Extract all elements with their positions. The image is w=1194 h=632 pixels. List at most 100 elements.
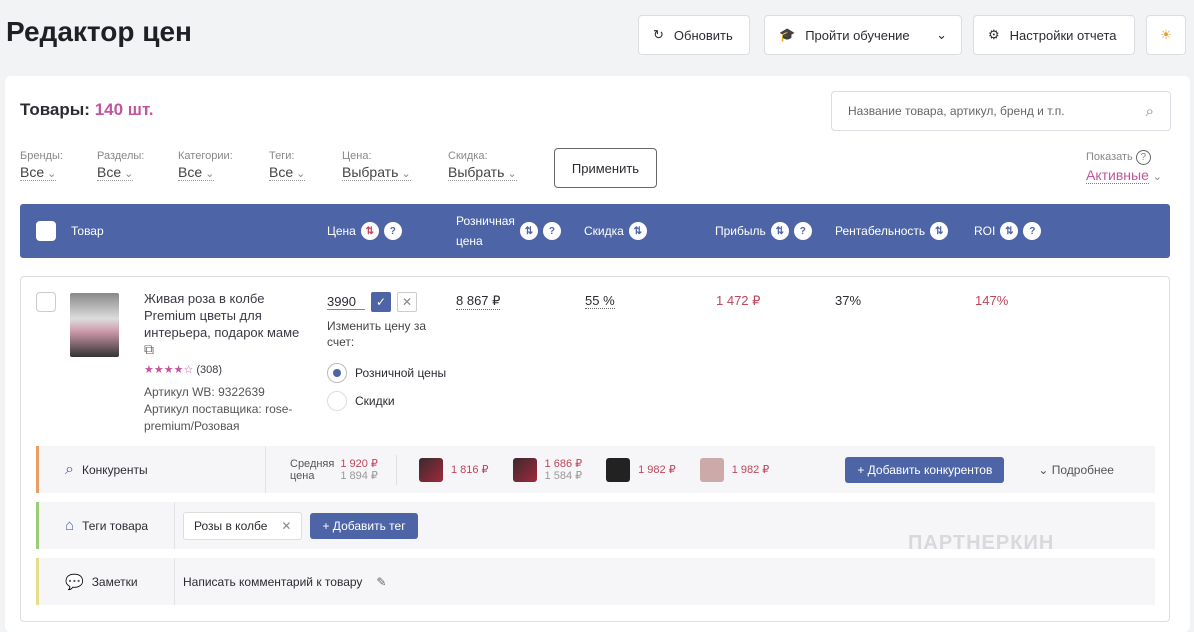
filter-value[interactable]: Все xyxy=(178,164,215,181)
more-button[interactable]: ⌄ Подробнее xyxy=(1038,463,1114,477)
reviews-count: (308) xyxy=(196,364,223,376)
tag-label: Розы в колбе xyxy=(194,518,268,533)
refresh-button[interactable]: ↻ Обновить xyxy=(638,15,750,55)
training-label: Пройти обучение xyxy=(805,27,910,43)
col-profit: Прибыль xyxy=(715,224,766,238)
competitor-item[interactable]: 1 686 ₽1 584 ₽ xyxy=(512,457,583,482)
col-discount: Скидка xyxy=(584,224,624,238)
competitor-old-price: 1 584 ₽ xyxy=(544,469,583,482)
training-button[interactable]: 🎓 Пройти обучение ⌄ xyxy=(764,15,962,55)
chat-icon: 💬 xyxy=(65,573,84,591)
radio-retail[interactable]: Розничной цены xyxy=(327,363,446,383)
show-value[interactable]: Активные xyxy=(1086,167,1149,184)
show-filter[interactable]: Показать ? Активные ⌄ xyxy=(1086,150,1162,184)
help-icon[interactable]: ? xyxy=(793,222,812,240)
avg-price: 1 920 ₽ xyxy=(340,457,378,470)
filter-value[interactable]: Все xyxy=(269,164,306,181)
price-input[interactable]: 3990 xyxy=(327,294,365,310)
select-all-checkbox[interactable] xyxy=(36,221,56,241)
avg-old-price: 1 894 ₽ xyxy=(340,469,378,482)
external-link-icon[interactable]: ⧉ xyxy=(144,341,304,358)
wb-article: Артикул WB: 9322639 xyxy=(144,385,265,399)
confirm-icon[interactable]: ✓ xyxy=(371,292,391,312)
add-competitors-button[interactable]: + Добавить конкурентов xyxy=(845,456,1005,483)
sort-icon[interactable]: ⇅ xyxy=(930,222,949,240)
refresh-label: Обновить xyxy=(673,27,733,43)
col-profitability: Рентабельность xyxy=(835,224,926,238)
competitor-image xyxy=(699,457,724,482)
radio-label: Розничной цены xyxy=(355,366,447,380)
filter-value[interactable]: Все xyxy=(20,164,57,181)
avg-label-2: цена xyxy=(290,469,315,482)
filter-discount[interactable]: Скидка: Выбрать xyxy=(448,150,517,181)
search-icon: ⌕ xyxy=(1145,102,1154,120)
filter-tags[interactable]: Теги: Все xyxy=(269,150,306,181)
product-name[interactable]: Живая роза в колбе Premium цветы для инт… xyxy=(144,290,304,341)
competitor-item[interactable]: 1 982 ₽ xyxy=(699,457,769,482)
tags-title: Теги товара xyxy=(82,518,149,533)
col-roi: ROI xyxy=(974,224,996,238)
tag-icon: ⌂ xyxy=(65,517,75,534)
more-label: Подробнее xyxy=(1051,462,1114,477)
sort-icon[interactable]: ⇅ xyxy=(1000,222,1019,240)
cancel-icon[interactable]: ✕ xyxy=(397,292,417,312)
col-product: Товар xyxy=(71,224,104,238)
filter-label: Категории: xyxy=(178,150,233,162)
filter-sections[interactable]: Разделы: Все xyxy=(97,150,144,181)
notes-input[interactable]: Написать комментарий к товару xyxy=(183,575,362,589)
filter-value[interactable]: Выбрать xyxy=(448,164,517,181)
table-header: Товар Цена ⇅? Розничная цена ⇅? Скидка ⇅ При… xyxy=(20,204,1170,258)
gear-icon: ⚙ xyxy=(988,27,1000,42)
competitor-image xyxy=(418,457,443,482)
apply-button[interactable]: Применить xyxy=(554,148,657,188)
help-icon[interactable]: ? xyxy=(383,222,402,240)
filter-price[interactable]: Цена: Выбрать xyxy=(342,150,411,181)
competitors-label: ⌕ Конкуренты xyxy=(39,446,266,493)
tags-label: ⌂ Теги товара xyxy=(39,502,175,549)
theme-toggle-button[interactable]: ☀ xyxy=(1146,15,1186,55)
filter-value[interactable]: Все xyxy=(97,164,134,181)
help-icon[interactable]: ? xyxy=(542,222,561,240)
remove-tag-icon[interactable]: ✕ xyxy=(281,519,291,533)
add-tag-button[interactable]: + Добавить тег xyxy=(310,512,418,539)
competitor-image xyxy=(512,457,537,482)
help-icon[interactable]: ? xyxy=(1023,222,1042,240)
sun-icon: ☀ xyxy=(1160,27,1172,42)
sort-icon[interactable]: ⇅ xyxy=(360,222,379,240)
chevron-down-icon: ⌄ xyxy=(936,27,947,42)
filter-label: Бренды: xyxy=(20,150,63,162)
report-settings-button[interactable]: ⚙ Настройки отчета xyxy=(973,15,1135,55)
show-label: Показать xyxy=(1086,151,1133,163)
retail-price[interactable]: 8 867 ₽ xyxy=(456,293,501,310)
competitor-item[interactable]: 1 816 ₽ xyxy=(418,457,489,482)
filter-brands[interactable]: Бренды: Все xyxy=(20,150,63,181)
competitor-item[interactable]: 1 982 ₽ xyxy=(606,457,676,482)
rating-stars: ★★★★☆ xyxy=(144,364,194,376)
discount-value[interactable]: 55 % xyxy=(585,293,615,309)
search-placeholder: Название товара, артикул, бренд и т.п. xyxy=(848,104,1065,118)
filter-label: Скидка: xyxy=(448,150,488,162)
sort-icon[interactable]: ⇅ xyxy=(519,222,538,240)
radio-discount[interactable]: Скидки xyxy=(327,391,395,411)
tag-chip: Розы в колбе ✕ xyxy=(183,511,303,540)
product-image[interactable] xyxy=(70,293,119,357)
row-checkbox[interactable] xyxy=(36,292,56,312)
search-input[interactable]: Название товара, артикул, бренд и т.п. ⌕ xyxy=(831,91,1171,131)
filter-value[interactable]: Выбрать xyxy=(342,164,411,181)
count-value: 140 шт. xyxy=(94,100,154,119)
competitors-section: ⌕ Конкуренты Средняя цена 1 920 ₽1 894 ₽ 1 … xyxy=(36,446,1155,493)
radio-empty-icon xyxy=(327,391,347,411)
radio-selected-icon xyxy=(327,363,347,383)
settings-label: Настройки отчета xyxy=(1009,27,1117,43)
edit-icon[interactable]: ✎ xyxy=(376,575,386,589)
profitability-value: 37% xyxy=(835,293,862,308)
competitor-price: 1 982 ₽ xyxy=(638,464,676,476)
help-icon[interactable]: ? xyxy=(1135,150,1151,165)
col-price: Цена xyxy=(327,224,356,238)
sort-icon[interactable]: ⇅ xyxy=(770,222,789,240)
filter-categories[interactable]: Категории: Все xyxy=(178,150,233,181)
sort-icon[interactable]: ⇅ xyxy=(628,222,647,240)
notes-section: 💬 Заметки Написать комментарий к товару ✎ xyxy=(36,558,1155,605)
notes-title: Заметки xyxy=(91,574,138,589)
supplier-article: Артикул поставщика: rose-premium/Розовая xyxy=(144,402,293,433)
